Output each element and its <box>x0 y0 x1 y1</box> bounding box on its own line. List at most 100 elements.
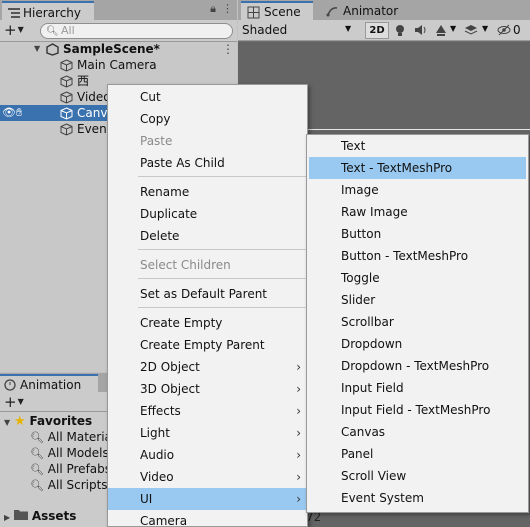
ui-submenu-item-raw-image[interactable]: Raw Image <box>309 201 526 223</box>
menu-item-paste-as-child[interactable]: Paste As Child <box>108 152 307 174</box>
favorite-item[interactable]: 🔍︎ All Models <box>30 445 109 461</box>
hierarchy-item[interactable]: Main Camera <box>0 57 237 73</box>
search-icon: 🔍︎ <box>30 463 44 476</box>
ui-submenu-item-image[interactable]: Image <box>309 179 526 201</box>
folder-icon <box>13 510 28 520</box>
ui-submenu-item-scrollbar[interactable]: Scrollbar <box>309 311 526 333</box>
lock-icon[interactable]: 🔒︎ <box>210 2 216 16</box>
ui-submenu-item-canvas[interactable]: Canvas <box>309 421 526 443</box>
ui-submenu-item-button-textmeshpro[interactable]: Button - TextMeshPro <box>309 245 526 267</box>
scene-tab-bar: Scene Animator <box>238 0 530 21</box>
menu-item-create-empty[interactable]: Create Empty <box>108 312 307 334</box>
tab-hierarchy[interactable]: Hierarchy <box>2 1 94 21</box>
ui-submenu: Text Text - TextMeshPro Image Raw Image … <box>306 134 529 513</box>
menu-item-effects[interactable]: Effects › <box>108 400 307 422</box>
plus-icon: + <box>4 21 17 39</box>
chevron-down-icon[interactable]: ▼ <box>482 24 488 33</box>
ui-submenu-item-text[interactable]: Text <box>309 135 526 157</box>
gameobject-cube-icon <box>60 91 73 104</box>
favorites-row[interactable]: ▼ ★ Favorites <box>4 413 92 429</box>
create-dropdown-button[interactable]: + ▼ <box>4 22 24 38</box>
menu-item-set-default-parent[interactable]: Set as Default Parent <box>108 283 307 305</box>
hierarchy-item-label: 西 <box>77 74 90 88</box>
gameobject-cube-icon <box>60 123 73 136</box>
more-options-icon[interactable]: ⋮ <box>222 2 233 16</box>
menu-item-create-empty-parent[interactable]: Create Empty Parent <box>108 334 307 356</box>
tab-scene[interactable]: Scene <box>241 1 313 21</box>
audio-speaker-icon[interactable] <box>413 23 427 37</box>
ui-submenu-item-input-field-textmeshpro[interactable]: Input Field - TextMeshPro <box>309 399 526 421</box>
tab-animation[interactable]: Animation <box>0 374 98 393</box>
favorite-item[interactable]: 🔍︎ All Prefabs <box>30 461 111 477</box>
chevron-right-icon: › <box>296 382 301 396</box>
menu-item-copy[interactable]: Copy <box>108 108 307 130</box>
chevron-right-icon: › <box>296 448 301 462</box>
ui-submenu-item-dropdown[interactable]: Dropdown <box>309 333 526 355</box>
context-menu: Cut Copy Paste Paste As Child Rename Dup… <box>107 84 308 527</box>
hidden-eye-icon[interactable] <box>497 23 511 37</box>
lighting-bulb-icon[interactable] <box>393 23 407 37</box>
menu-item-light[interactable]: Light › <box>108 422 307 444</box>
menu-item-duplicate[interactable]: Duplicate <box>108 203 307 225</box>
ui-submenu-item-slider[interactable]: Slider <box>309 289 526 311</box>
hierarchy-search-input[interactable]: 🔍︎ All <box>40 23 233 39</box>
create-dropdown-button[interactable]: + ▼ <box>4 394 24 410</box>
tab-animator[interactable]: Animator <box>320 1 404 21</box>
menu-item-cut[interactable]: Cut <box>108 86 307 108</box>
expand-triangle-icon[interactable]: ▶ <box>4 513 10 522</box>
menu-item-paste: Paste <box>140 134 173 148</box>
menu-item-rename[interactable]: Rename <box>108 181 307 203</box>
scene-menu-icon[interactable]: ⋮ <box>222 41 234 57</box>
ui-submenu-item-text-textmeshpro[interactable]: Text - TextMeshPro <box>309 157 526 179</box>
search-icon: 🔍︎ <box>30 479 44 492</box>
mode-2d-toggle[interactable]: 2D <box>365 22 389 39</box>
assets-label: Assets <box>31 509 77 523</box>
scene-row[interactable]: ▼ SampleScene* ⋮ <box>0 41 237 57</box>
star-icon: ★ <box>13 414 26 429</box>
menu-separator <box>138 307 307 308</box>
chevron-down-icon[interactable]: ▼ <box>450 24 456 33</box>
ui-submenu-item-event-system[interactable]: Event System <box>309 487 526 509</box>
chevron-down-icon: ▼ <box>17 397 24 406</box>
expand-triangle-icon[interactable]: ▼ <box>34 41 40 57</box>
menu-item-audio[interactable]: Audio › <box>108 444 307 466</box>
favorite-item[interactable]: 🔍︎ All Materia <box>30 429 112 445</box>
chevron-right-icon: › <box>296 426 301 440</box>
assets-row[interactable]: ▶ Assets <box>4 508 76 524</box>
hierarchy-item-label: Main Camera <box>77 58 157 72</box>
favorite-item[interactable]: 🔍︎ All Scripts <box>30 477 108 493</box>
visibility-eye-icon[interactable]: 👁︎ <box>2 105 16 121</box>
ui-submenu-item-scroll-view[interactable]: Scroll View <box>309 465 526 487</box>
scene-name: SampleScene* <box>63 42 160 56</box>
ui-submenu-item-button[interactable]: Button <box>309 223 526 245</box>
favorite-item-label: All Materia <box>47 430 112 444</box>
effects-icon[interactable] <box>434 23 448 37</box>
ui-submenu-item-panel[interactable]: Panel <box>309 443 526 465</box>
gizmo-layers-icon[interactable] <box>464 23 478 37</box>
ui-submenu-item-dropdown-textmeshpro[interactable]: Dropdown - TextMeshPro <box>309 355 526 377</box>
chevron-right-icon: › <box>296 470 301 484</box>
menu-item-delete[interactable]: Delete <box>108 225 307 247</box>
menu-item-ui[interactable]: UI › <box>108 488 307 510</box>
pick-hand-icon[interactable]: ✋︎ <box>16 105 22 121</box>
menu-item-3d-object[interactable]: 3D Object › <box>108 378 307 400</box>
hierarchy-item-label: Canv <box>77 106 108 120</box>
menu-separator <box>138 249 307 250</box>
hierarchy-tab-bar: Hierarchy 🔒︎ ⋮ <box>0 0 237 21</box>
chevron-right-icon: › <box>296 360 301 374</box>
menu-item-2d-object[interactable]: 2D Object › <box>108 356 307 378</box>
chevron-right-icon: › <box>296 492 301 506</box>
hierarchy-list-icon <box>8 7 20 18</box>
menu-item-camera[interactable]: Camera <box>108 510 307 527</box>
expand-triangle-icon[interactable]: ▼ <box>4 418 10 427</box>
favorites-label: Favorites <box>29 414 93 428</box>
animator-icon <box>326 6 338 16</box>
animation-clock-icon <box>4 378 16 391</box>
ui-submenu-item-input-field[interactable]: Input Field <box>309 377 526 399</box>
search-icon: 🔍︎ <box>30 431 44 444</box>
ui-submenu-item-toggle[interactable]: Toggle <box>309 267 526 289</box>
hierarchy-item-label: Even <box>77 122 107 136</box>
shading-mode-dropdown[interactable]: Shaded <box>242 22 287 38</box>
menu-item-video[interactable]: Video › <box>108 466 307 488</box>
favorite-item-label: All Models <box>47 446 109 460</box>
